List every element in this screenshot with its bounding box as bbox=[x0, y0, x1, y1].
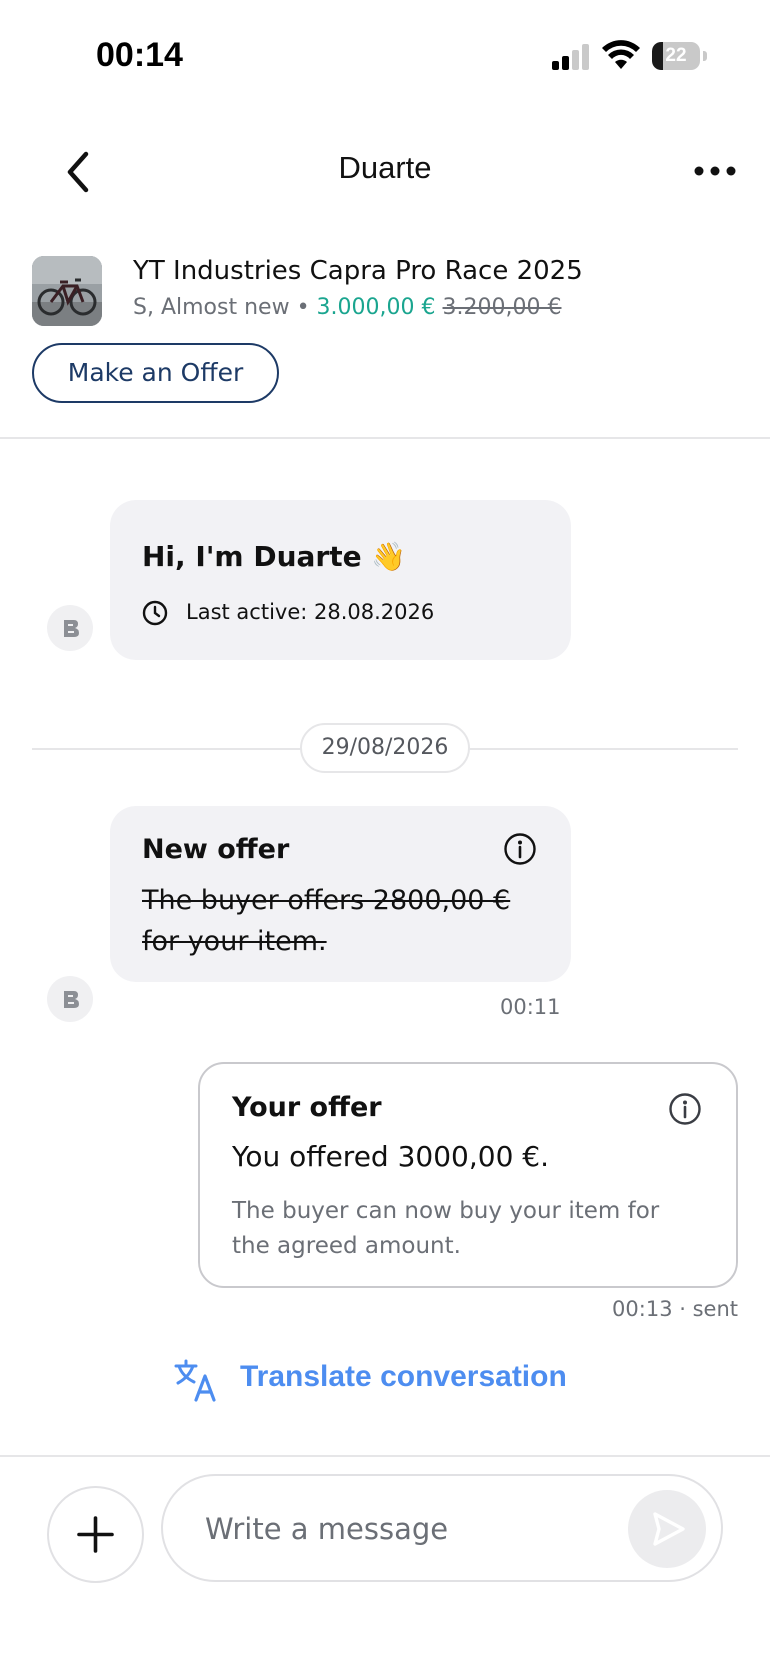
message-timestamp-status: 00:13 · sent bbox=[612, 1297, 738, 1321]
my-offer-note: The buyer can now buy your item for the … bbox=[232, 1198, 660, 1259]
listing-size-condition: S, Almost new bbox=[133, 295, 290, 320]
back-button[interactable] bbox=[56, 144, 100, 200]
send-icon bbox=[653, 1512, 685, 1546]
make-offer-button[interactable]: Make an Offer bbox=[32, 343, 279, 403]
my-offer-title: Your offer bbox=[232, 1092, 382, 1123]
listing-thumbnail[interactable] bbox=[32, 256, 102, 326]
avatar bbox=[47, 976, 93, 1022]
intro-message: Hi, I'm Duarte 👋 Last active: 28.08.2026 bbox=[110, 500, 571, 660]
listing-price: 3.000,00 € bbox=[316, 295, 436, 320]
last-active-text: Last active: 28.08.2026 bbox=[186, 600, 435, 624]
battery-indicator: 22 bbox=[652, 42, 708, 72]
message-composer bbox=[161, 1474, 723, 1582]
my-offer-body: You offered 3000,00 €. bbox=[232, 1140, 550, 1173]
intro-title: Hi, I'm Duarte 👋 bbox=[142, 540, 407, 573]
listing-old-price: 3.200,00 € bbox=[442, 295, 562, 320]
info-icon[interactable] bbox=[668, 1092, 702, 1126]
signal-icon bbox=[552, 44, 589, 70]
more-options-button[interactable] bbox=[690, 156, 740, 186]
seller-avatar-icon bbox=[64, 991, 79, 1008]
add-attachment-button[interactable] bbox=[47, 1486, 144, 1583]
info-icon[interactable] bbox=[503, 832, 537, 866]
clock-icon bbox=[142, 600, 168, 626]
listing-meta: S, Almost new • 3.000,00 € 3.200,00 € bbox=[133, 295, 561, 320]
date-separator: 29/08/2026 bbox=[300, 723, 470, 773]
avatar bbox=[47, 605, 93, 651]
offer-title: New offer bbox=[142, 834, 290, 865]
bike-image bbox=[32, 256, 102, 326]
more-horizontal-icon bbox=[694, 166, 736, 176]
status-bar: 00:14 22 bbox=[0, 0, 770, 110]
page-title: Duarte bbox=[338, 150, 432, 185]
translate-label: Translate conversation bbox=[240, 1360, 567, 1393]
plus-icon bbox=[77, 1516, 114, 1553]
battery-level: 22 bbox=[665, 45, 687, 66]
meta-separator: • bbox=[296, 295, 310, 320]
translate-icon bbox=[174, 1359, 216, 1402]
offer-body: The buyer offers 2800,00 € for your item… bbox=[142, 885, 511, 957]
send-button[interactable] bbox=[628, 1490, 706, 1568]
divider bbox=[0, 1455, 770, 1457]
status-time: 00:14 bbox=[96, 36, 183, 74]
seller-avatar-icon bbox=[64, 620, 79, 637]
divider bbox=[0, 437, 770, 439]
my-offer-message: Your offer You offered 3000,00 €. The bu… bbox=[198, 1062, 738, 1288]
listing-title[interactable]: YT Industries Capra Pro Race 2025 bbox=[133, 256, 583, 286]
message-timestamp: 00:11 bbox=[500, 995, 561, 1019]
wifi-icon bbox=[602, 40, 640, 69]
incoming-offer-message: New offer The buyer offers 2800,00 € for… bbox=[110, 806, 571, 982]
message-input[interactable] bbox=[203, 1500, 607, 1558]
chevron-left-icon bbox=[67, 151, 89, 193]
translate-conversation-button[interactable]: Translate conversation bbox=[174, 1356, 614, 1406]
